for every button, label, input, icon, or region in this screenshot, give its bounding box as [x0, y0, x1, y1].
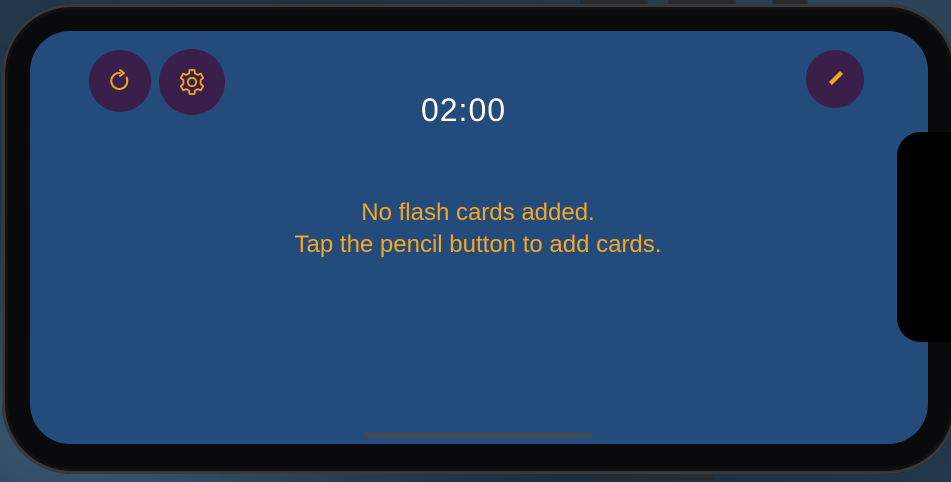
countdown-timer: 02:00 [420, 92, 507, 128]
side-button [772, 0, 808, 4]
camera-notch [897, 132, 951, 342]
empty-state-title: No flash cards added. [361, 199, 595, 226]
refresh-button[interactable] [89, 50, 151, 112]
settings-button[interactable] [159, 49, 225, 115]
app-screen: 02:00 No flash cards added. Tap the penc… [30, 31, 928, 444]
edit-cards-button[interactable] [806, 50, 864, 108]
empty-state-hint: Tap the pencil button to add cards. [294, 231, 662, 258]
side-button [604, 476, 714, 480]
refresh-icon [105, 66, 135, 96]
side-button [580, 0, 648, 4]
gear-icon [176, 66, 208, 98]
pencil-icon [822, 66, 848, 92]
empty-state-message: No flash cards added. Tap the pencil but… [180, 197, 776, 261]
home-indicator[interactable] [364, 432, 593, 437]
side-button [668, 0, 736, 4]
